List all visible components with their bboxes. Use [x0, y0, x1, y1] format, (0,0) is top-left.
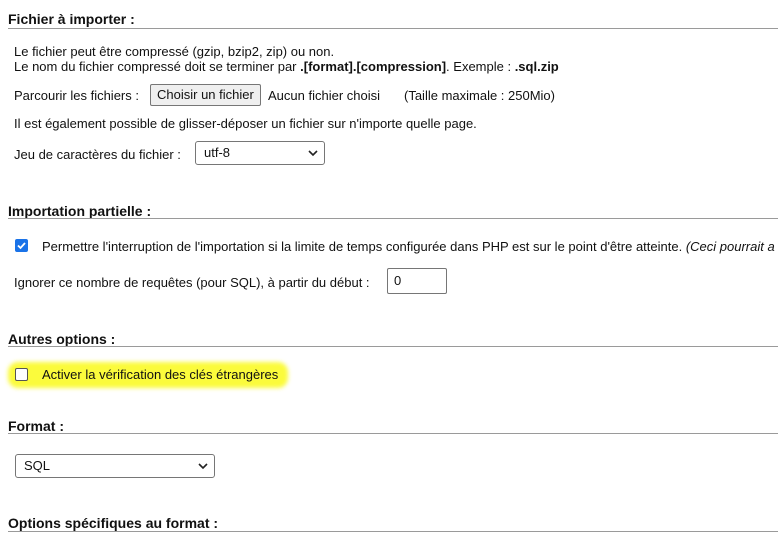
charset-select-value: utf-8 [204, 145, 231, 160]
charset-select[interactable]: utf-8 [195, 141, 325, 165]
format-select-value: SQL [24, 458, 51, 473]
section-divider [8, 433, 778, 434]
chevron-down-icon [198, 455, 208, 477]
no-file-chosen-text: Aucun fichier choisi [268, 88, 380, 103]
section-divider [8, 531, 778, 532]
allow-interrupt-note: (Ceci pourrait a [685, 239, 775, 254]
info-prefix: Le nom du fichier compressé doit se term… [14, 59, 301, 74]
info-example: .sql.zip [514, 59, 559, 74]
chevron-down-icon [308, 142, 318, 164]
compression-info-line2: Le nom du fichier compressé doit se term… [14, 59, 559, 74]
max-size-text: (Taille maximale : 250Mio) [404, 88, 555, 103]
section-divider [8, 346, 778, 347]
compression-info-line1: Le fichier peut être compressé (gzip, bz… [14, 44, 335, 59]
section-title-format: Format : [8, 418, 64, 434]
section-title-other-options: Autres options : [8, 331, 116, 347]
drag-drop-note: Il est également possible de glisser-dép… [14, 116, 477, 131]
section-title-file-import: Fichier à importer : [8, 11, 135, 27]
foreign-keys-checkbox[interactable] [15, 368, 28, 381]
section-divider [8, 218, 778, 219]
allow-interrupt-checkbox[interactable] [15, 239, 28, 252]
info-format: .[format].[compression] [300, 59, 447, 74]
charset-label: Jeu de caractères du fichier : [14, 147, 181, 162]
skip-queries-label: Ignorer ce nombre de requêtes (pour SQL)… [14, 275, 370, 290]
foreign-keys-label: Activer la vérification des clés étrangè… [42, 367, 279, 382]
info-middle: . Exemple : [446, 59, 515, 74]
format-select[interactable]: SQL [15, 454, 215, 478]
checkmark-icon [17, 242, 26, 250]
allow-interrupt-label: Permettre l'interruption de l'importatio… [42, 239, 775, 254]
section-title-format-specific: Options spécifiques au format : [8, 515, 219, 531]
browse-label: Parcourir les fichiers : [14, 88, 139, 103]
section-title-partial-import: Importation partielle : [8, 203, 152, 219]
choose-file-button[interactable]: Choisir un fichier [150, 84, 261, 106]
skip-queries-input[interactable]: 0 [387, 268, 447, 294]
allow-interrupt-text: Permettre l'interruption de l'importatio… [42, 239, 683, 254]
section-divider [8, 28, 778, 29]
